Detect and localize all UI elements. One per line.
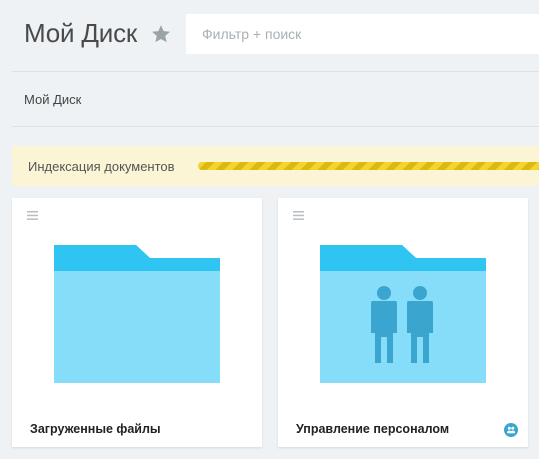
folder-name: Загруженные файлы bbox=[30, 422, 161, 436]
indexing-progress-fill bbox=[198, 162, 539, 170]
menu-icon[interactable] bbox=[293, 211, 304, 220]
indexing-progress-bar bbox=[198, 162, 539, 170]
folder-people-icon bbox=[320, 245, 486, 383]
star-icon[interactable] bbox=[150, 23, 172, 45]
breadcrumb[interactable]: Мой Диск bbox=[24, 92, 81, 107]
folder-card[interactable]: Загруженные файлы bbox=[12, 198, 262, 447]
folder-icon bbox=[54, 245, 220, 383]
menu-icon[interactable] bbox=[27, 211, 38, 220]
folder-name: Управление персоналом bbox=[296, 422, 450, 436]
search-input[interactable] bbox=[186, 14, 539, 54]
shared-users-icon bbox=[504, 423, 518, 437]
header: Мой Диск bbox=[0, 0, 539, 70]
breadcrumb-divider bbox=[12, 126, 539, 127]
folder-card[interactable]: Управление персоналом bbox=[278, 198, 528, 447]
page-title: Мой Диск bbox=[24, 18, 138, 48]
indexing-label: Индексация документов bbox=[28, 159, 175, 174]
indexing-banner: Индексация документов bbox=[12, 146, 539, 186]
header-divider bbox=[12, 71, 539, 72]
